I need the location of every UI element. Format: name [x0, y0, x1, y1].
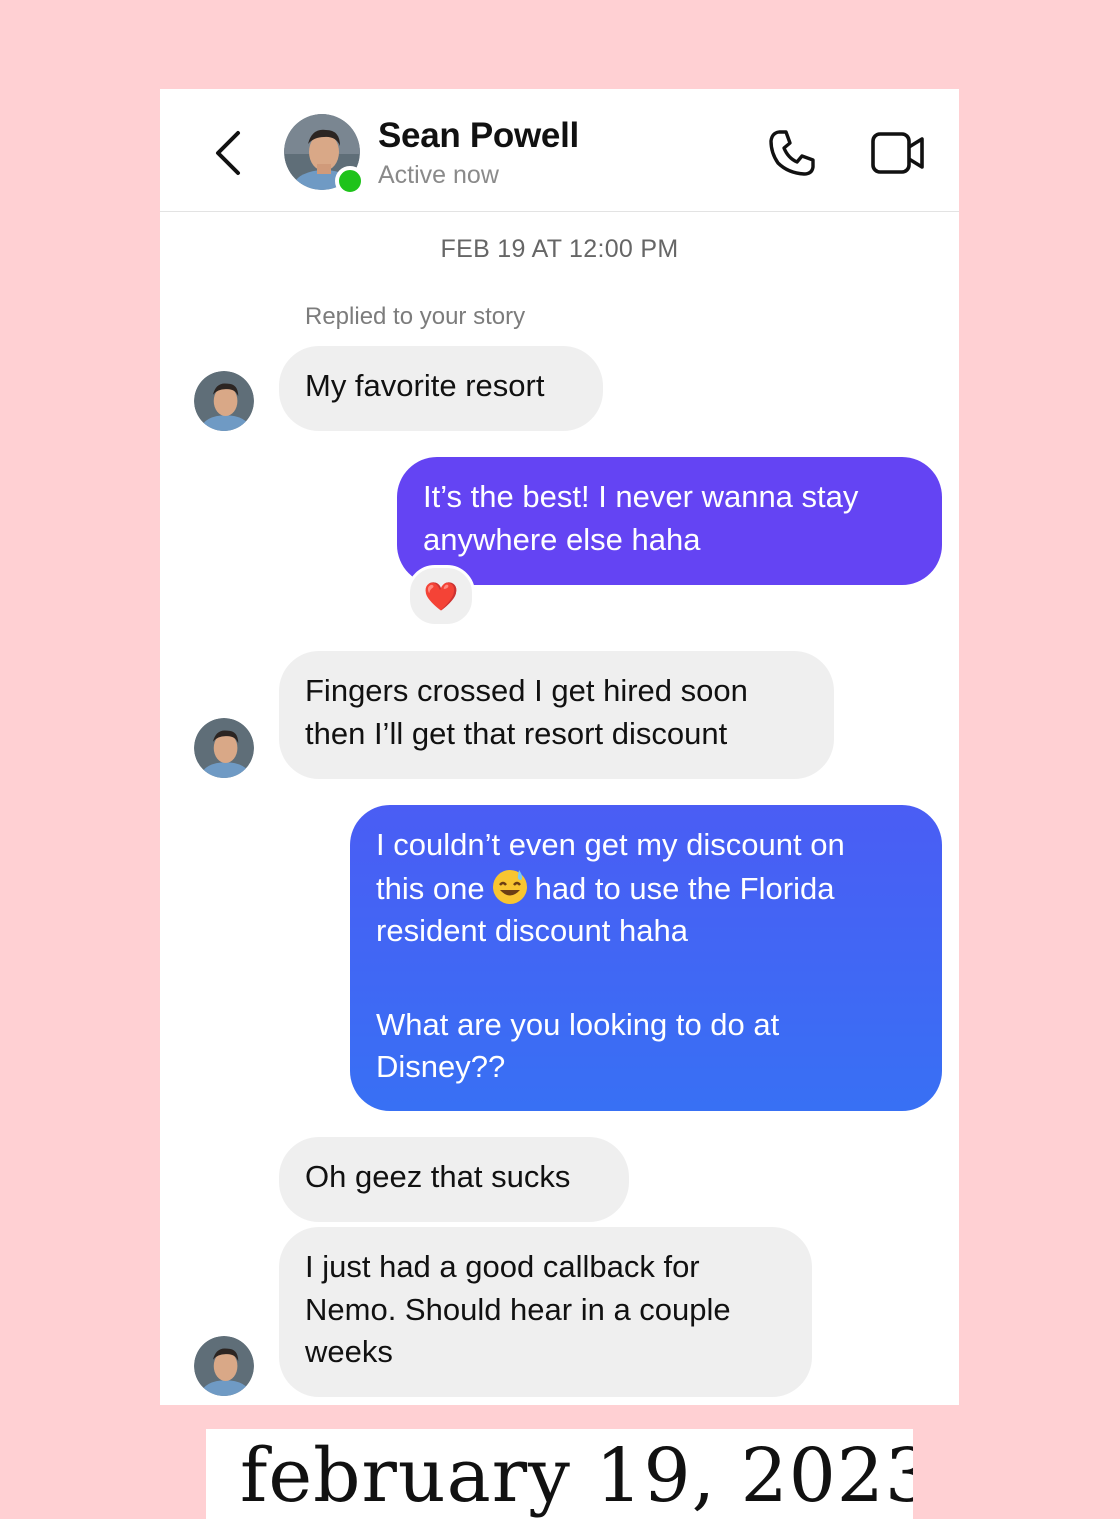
heart-icon: ❤️	[423, 580, 459, 612]
avatar	[194, 718, 254, 778]
outgoing-message[interactable]: I couldn’t even get my discount on this …	[350, 805, 942, 1111]
message-text-line: weeks	[305, 1334, 393, 1369]
date-caption-card: february 19, 2023	[206, 1429, 913, 1519]
incoming-message[interactable]: Oh geez that sucks	[279, 1137, 629, 1222]
contact-avatar-small[interactable]	[194, 371, 254, 431]
voice-call-button[interactable]	[766, 127, 818, 179]
message-text-line: Fingers crossed I get hired soon	[305, 673, 748, 708]
message-timestamp: FEB 19 AT 12:00 PM	[440, 235, 679, 263]
incoming-message[interactable]: Fingers crossed I get hired soon then I’…	[279, 651, 834, 779]
video-camera-icon	[871, 132, 924, 174]
message-text-line: What are you looking to do at	[376, 1006, 780, 1042]
sweat-smile-emoji	[491, 867, 529, 905]
chevron-left-icon	[216, 131, 240, 175]
chat-header: Sean Powell Active now	[160, 89, 959, 212]
chat-screen: Sean Powell Active now FEB 19 AT 12:00 P…	[160, 89, 959, 1405]
outgoing-message[interactable]: It’s the best! I never wanna stay anywhe…	[397, 457, 942, 585]
message-text-line: anywhere else haha	[423, 521, 701, 557]
heart-reaction[interactable]: ❤️	[407, 565, 475, 627]
incoming-message[interactable]: My favorite resort	[279, 346, 603, 431]
message-text-line: resident discount haha	[376, 913, 688, 948]
message-text-line: this one had to use the Florida	[376, 867, 916, 911]
message-text-line: then I’ll get that resort discount	[305, 715, 728, 751]
message-text-line: It’s the best! I never wanna stay	[423, 479, 859, 514]
message-text-line: Disney??	[376, 1049, 506, 1084]
message-text-line: Nemo. Should hear in a couple	[305, 1291, 731, 1327]
avatar	[194, 1336, 254, 1396]
online-status-dot	[335, 166, 365, 196]
message-text: Oh geez that sucks	[305, 1159, 571, 1194]
message-text-line: I couldn’t even get my discount on	[376, 827, 845, 862]
message-text-line: I just had a good callback for	[305, 1249, 700, 1284]
date-caption: february 19, 2023	[240, 1433, 913, 1519]
contact-name[interactable]: Sean Powell	[378, 116, 579, 156]
avatar	[194, 371, 254, 431]
incoming-message[interactable]: I just had a good callback for Nemo. Sho…	[279, 1227, 812, 1397]
message-text-fragment: had to use the Florida	[534, 870, 835, 906]
contact-avatar-small[interactable]	[194, 718, 254, 778]
message-text-fragment: this one	[376, 870, 485, 906]
contact-avatar-small[interactable]	[194, 1336, 254, 1396]
contact-avatar[interactable]	[284, 114, 365, 196]
message-spacer	[376, 953, 916, 1004]
video-call-button[interactable]	[870, 129, 926, 177]
story-reply-label: Replied to your story	[305, 303, 526, 330]
active-status: Active now	[378, 161, 499, 189]
message-text: My favorite resort	[305, 368, 545, 403]
back-button[interactable]	[208, 129, 248, 177]
phone-icon	[769, 130, 815, 176]
